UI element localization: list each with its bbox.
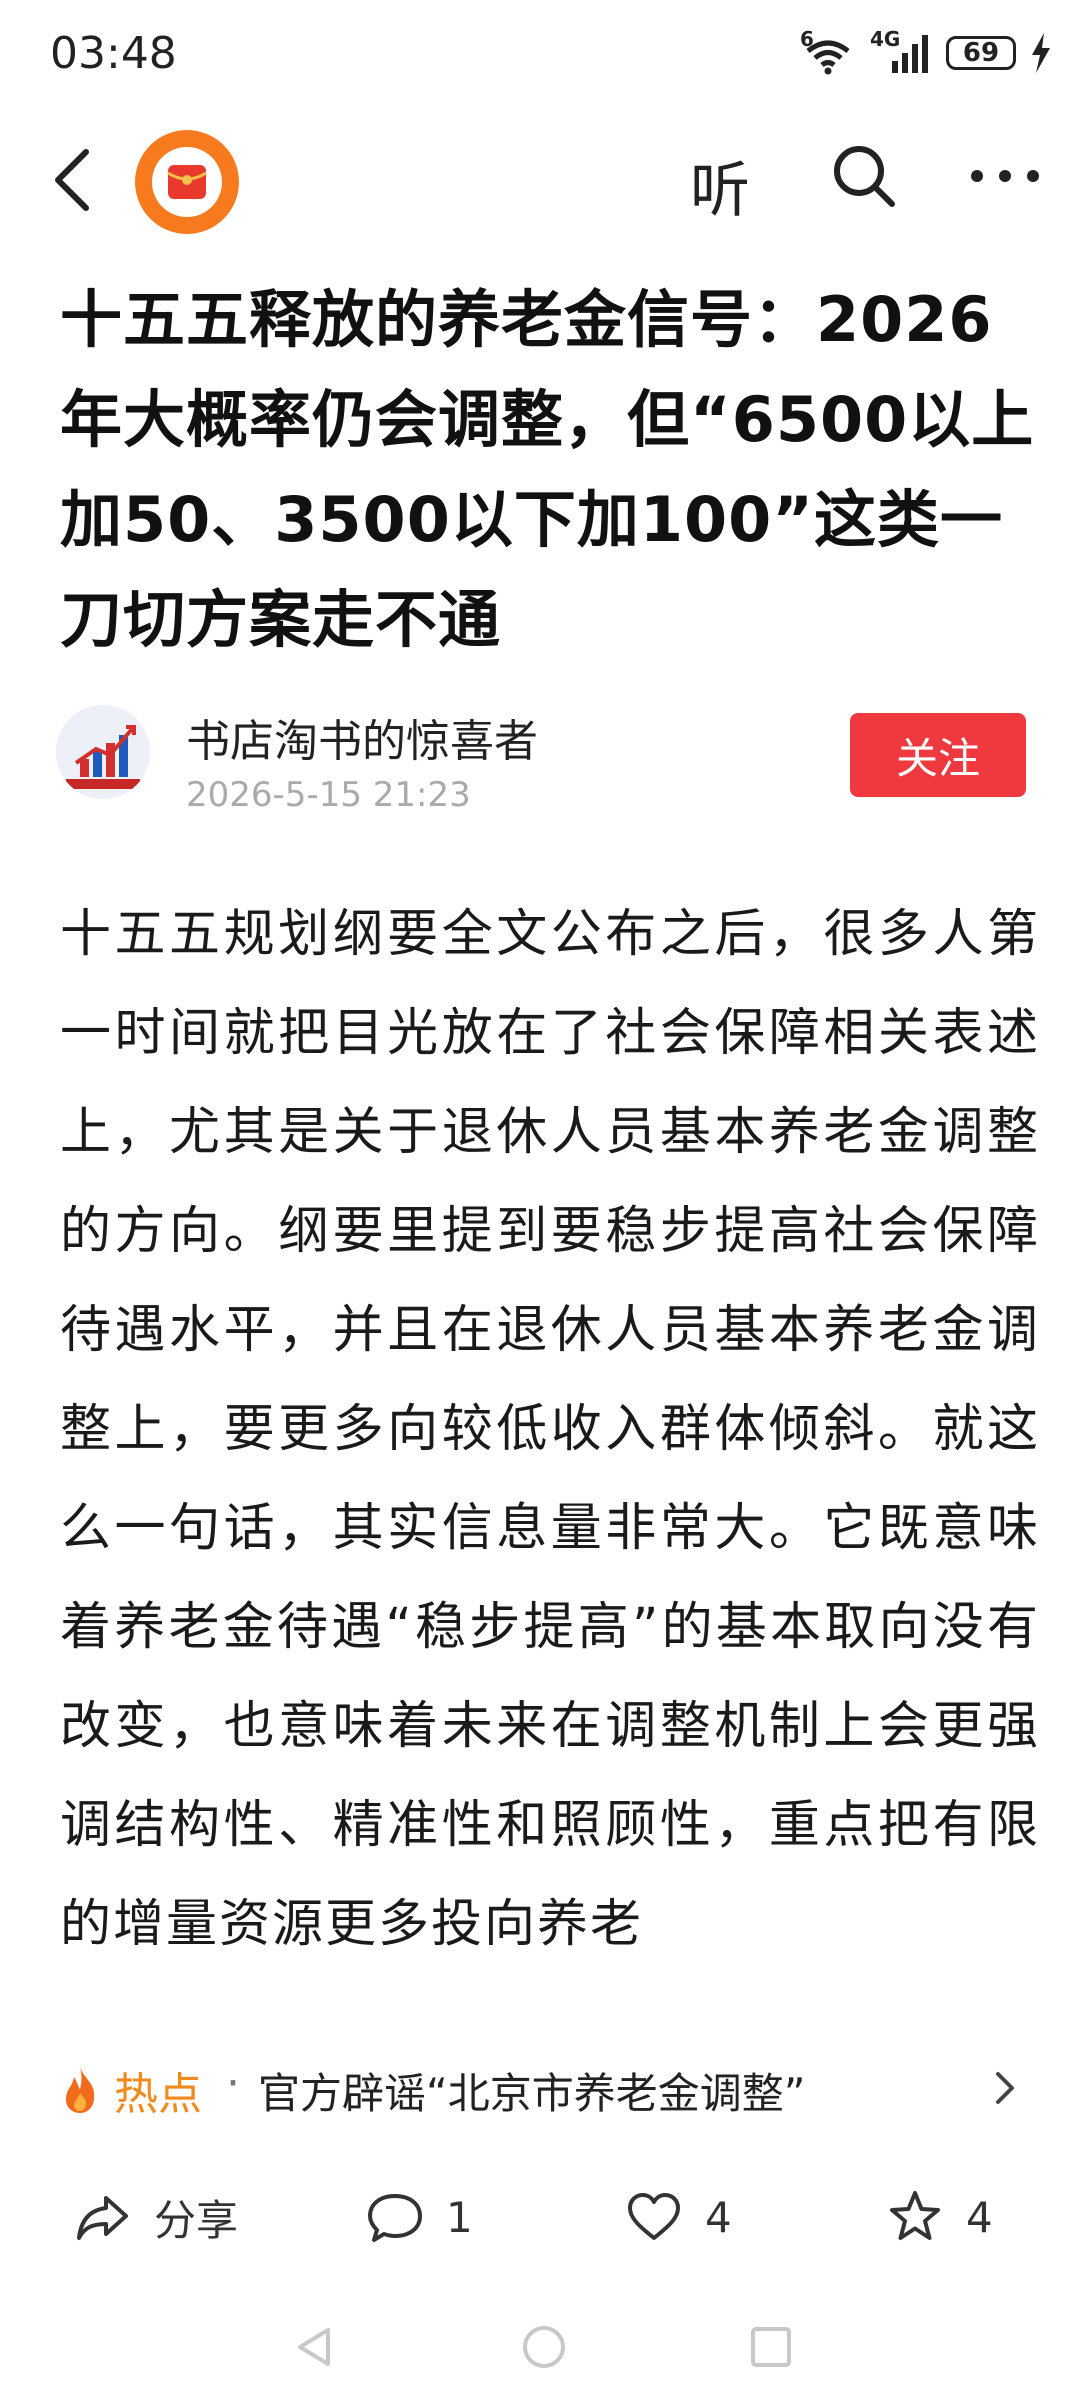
signal-icon: 4G xyxy=(870,27,932,75)
red-envelope-icon xyxy=(152,147,222,217)
hot-headline[interactable]: 官方辟谣“北京市养老金调整” xyxy=(258,2060,806,2121)
status-time: 03:48 xyxy=(50,28,177,79)
article-title: 十五五释放的养老金信号：2026年大概率仍会调整，但“6500以上加50、350… xyxy=(60,283,1035,656)
publish-time: 2026-5-15 21:23 xyxy=(186,775,471,815)
top-nav-bar: 听 xyxy=(0,110,1088,240)
flame-icon xyxy=(65,2067,95,2113)
share-label: 分享 xyxy=(154,2195,239,2245)
follow-button[interactable]: 关注 xyxy=(850,713,1026,797)
nav-back-icon[interactable] xyxy=(290,2322,340,2372)
hot-topic-banner[interactable]: 热点 · 官方辟谣“北京市养老金调整” xyxy=(0,2030,1088,2150)
star-icon xyxy=(890,2191,940,2240)
favorite-count: 4 xyxy=(966,2192,993,2242)
status-bar: 03:48 6 4G 69 xyxy=(0,0,1088,110)
more-button[interactable] xyxy=(965,140,1045,212)
comment-count: 1 xyxy=(446,2192,473,2242)
battery-icon: 69 xyxy=(946,36,1016,70)
like-count: 4 xyxy=(705,2192,732,2242)
hot-label: 热点 xyxy=(114,2069,202,2120)
nav-recents-icon[interactable] xyxy=(746,2322,796,2372)
charging-icon xyxy=(1032,33,1050,73)
article-body: 十五五规划纲要全文公布之后，很多人第一时间就把目光放在了社会保障相关表述上，尤其… xyxy=(60,905,1040,1954)
wifi-icon: 6 xyxy=(800,27,856,75)
favorite-button[interactable]: 4 xyxy=(886,2182,993,2252)
mobile-label: 4G xyxy=(870,27,901,51)
app-logo[interactable] xyxy=(135,130,239,234)
status-icons: 6 4G 69 xyxy=(800,27,1052,78)
search-icon xyxy=(834,146,895,207)
author-name[interactable]: 书店淘书的惊喜者 xyxy=(186,705,538,769)
comment-button[interactable]: 1 xyxy=(366,2182,473,2252)
system-nav-bar xyxy=(0,2300,1088,2400)
more-icon xyxy=(971,170,1039,182)
nav-home-icon[interactable] xyxy=(519,2322,569,2372)
network-label: 6 xyxy=(800,27,814,51)
listen-button[interactable]: 听 xyxy=(690,142,750,229)
battery-level: 69 xyxy=(962,38,1000,68)
heart-icon xyxy=(628,2193,680,2240)
comment-icon xyxy=(368,2194,422,2242)
search-button[interactable] xyxy=(828,140,900,212)
share-button[interactable]: 分享 xyxy=(74,2182,238,2252)
author-row: 书店淘书的惊喜者 2026-5-15 21:23 关注 xyxy=(56,705,1036,815)
chevron-right-icon xyxy=(996,2072,1014,2104)
share-icon xyxy=(77,2196,128,2240)
hot-separator: · xyxy=(226,2058,240,2109)
author-avatar[interactable] xyxy=(56,705,150,799)
back-button[interactable] xyxy=(40,140,110,220)
back-arrow-icon xyxy=(55,149,89,211)
like-button[interactable]: 4 xyxy=(625,2182,732,2252)
bottom-action-bar: 分享 1 4 4 xyxy=(0,2160,1088,2270)
